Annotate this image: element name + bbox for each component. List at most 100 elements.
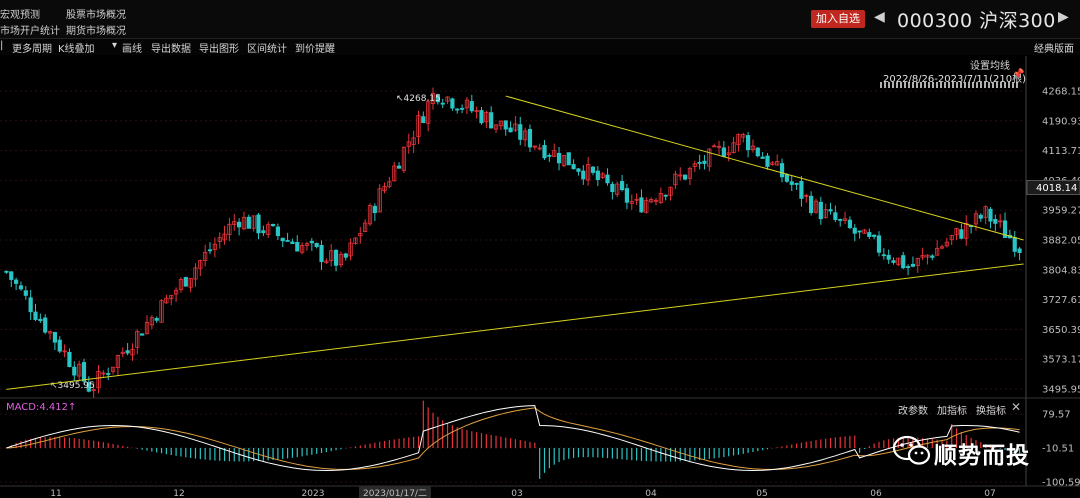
candle-body (154, 318, 159, 321)
candle-body (624, 188, 630, 203)
candle-body (901, 255, 906, 269)
price-tick-label: 3882.05 (1042, 236, 1080, 247)
candle-body (503, 120, 508, 130)
candle-body (784, 174, 789, 182)
candle-body (455, 108, 460, 111)
swap-indicator-button[interactable]: 换指标 (976, 402, 1006, 417)
time-tick-label: 03 (511, 489, 522, 498)
candle-body (343, 253, 348, 258)
candle-body (518, 124, 523, 140)
candle-body (275, 226, 280, 237)
candle-body (595, 170, 600, 180)
dea-line (6, 407, 1020, 470)
candle-body (372, 205, 377, 213)
candle-body (460, 107, 465, 110)
candle-body (809, 195, 814, 214)
candle-body (1012, 237, 1017, 252)
candle-body (440, 102, 445, 105)
candle-body (43, 317, 48, 333)
candle-body (72, 366, 77, 376)
candle-body (789, 181, 794, 185)
candle-body (847, 219, 853, 229)
candle-body (697, 162, 702, 164)
price-annotation: ↖3495.95 (50, 381, 95, 391)
candle-body (886, 254, 891, 260)
price-axis: 4268.154190.934113.714036.493959.273882.… (1025, 56, 1080, 486)
candle-body (295, 241, 300, 252)
candle-body (28, 297, 33, 313)
candle-body (1017, 248, 1022, 253)
time-tick-label: 07 (984, 489, 995, 498)
candlestick-chart[interactable]: ↖4268.15 ↖3495.95 4268.15 4190.93 4113.71 40… (0, 0, 1080, 498)
candles: ↖4268.15 ↖3495.95 (4, 87, 1022, 398)
candle-body (556, 152, 562, 164)
candle-body (910, 263, 916, 267)
candle-body (876, 235, 882, 253)
candle-body (765, 155, 770, 167)
macd-label: MACD:4.412↑ (6, 402, 77, 413)
candle-body (256, 214, 261, 234)
candle-body (280, 237, 285, 242)
candle-body (527, 128, 533, 148)
macd-tick-label: 79.57 (1042, 410, 1071, 421)
grid-lines (0, 90, 1024, 390)
change-params-button[interactable]: 改参数 (898, 402, 928, 417)
candle-body (261, 230, 266, 234)
time-tick-label: 05 (756, 489, 767, 498)
trendlines (6, 95, 1024, 390)
candle-body (489, 112, 494, 129)
candle-body (14, 279, 19, 284)
candle-body (52, 332, 57, 343)
candle-body (590, 166, 596, 173)
candle-body (450, 98, 455, 109)
candle-body (237, 221, 242, 228)
time-tick-label: 11 (50, 489, 61, 498)
candle-body (663, 194, 668, 197)
candle-body (993, 219, 998, 224)
time-tick-label: 04 (645, 489, 657, 498)
candle-body (930, 255, 935, 258)
candle-body (905, 266, 911, 268)
time-tick-label: 2023/01/17/二 (363, 489, 427, 498)
current-price-label: 4018.14 (1036, 183, 1077, 194)
price-annotation: ↖4268.15 (396, 94, 441, 104)
candle-body (833, 212, 838, 221)
candle-body (639, 197, 644, 213)
price-tick-label: 3495.95 (1042, 385, 1080, 396)
candle-body (4, 270, 9, 273)
candle-body (38, 318, 43, 321)
candle-body (682, 174, 688, 180)
candle-body (746, 135, 751, 151)
close-icon[interactable]: ✕ (1011, 400, 1021, 414)
candle-body (542, 145, 547, 159)
candle-body (309, 240, 314, 244)
candle-body (479, 110, 484, 124)
candle-body (818, 201, 823, 220)
candle-body (566, 152, 571, 166)
candle-body (619, 181, 625, 191)
watermark: 顺势而投 (892, 434, 1050, 470)
time-tick-label: 12 (173, 489, 184, 498)
price-tick-label: 4268.15 (1042, 87, 1080, 98)
candle-body (421, 116, 426, 123)
candle-body (106, 373, 111, 375)
candle-body (571, 164, 576, 170)
candle-body (857, 230, 862, 233)
candle-body (760, 156, 765, 159)
price-tick-label: 4190.93 (1042, 116, 1080, 127)
candle-body (755, 147, 760, 157)
time-tick-label: 2023 (302, 489, 325, 498)
candle-body (33, 311, 38, 320)
candle-body (838, 219, 843, 221)
candle-body (285, 240, 290, 242)
candle-body (270, 223, 276, 227)
candle-body (605, 174, 610, 184)
candle-body (872, 234, 877, 237)
candle-body (23, 290, 28, 296)
add-indicator-button[interactable]: 加指标 (937, 402, 967, 417)
candle-body (140, 333, 145, 336)
candle-body (333, 249, 339, 266)
candle-body (57, 339, 62, 352)
price-tick-label: 3804.83 (1042, 265, 1080, 276)
candle-body (314, 242, 319, 248)
